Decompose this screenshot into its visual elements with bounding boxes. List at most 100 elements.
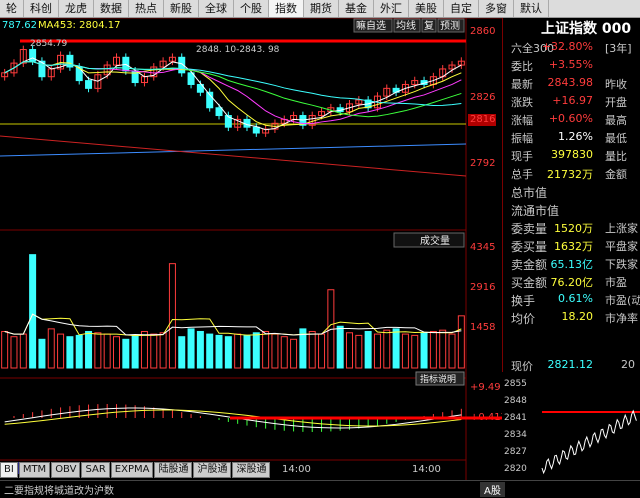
indicator-tab-3[interactable]: SAR — [81, 462, 110, 478]
mini-axis-label: 2834 — [504, 430, 527, 440]
volume-bar — [196, 330, 204, 369]
volume-bar — [187, 328, 195, 369]
long-ma-blue — [0, 143, 467, 157]
nav-tab-0[interactable]: 轮 — [0, 0, 24, 17]
volume-bar — [457, 315, 465, 369]
indicator-tab-4[interactable]: EXPMA — [110, 462, 154, 478]
indicator-tab-1[interactable]: MTM — [18, 462, 51, 478]
quote-value: 397830 — [551, 148, 593, 161]
quote-value: 1632万 — [554, 240, 593, 253]
volume-axis-label: 4345 — [470, 242, 495, 253]
quote-extra-label: 市盈(动 — [605, 294, 640, 307]
status-marquee: 二要指规将城道改为沪数 — [4, 486, 114, 497]
chart-tab-0[interactable]: 嘛自选 — [356, 19, 386, 32]
mini-axis-label: 2841 — [504, 413, 527, 423]
quote-row: 换手 0.61% 市盈(动 — [511, 292, 640, 310]
ma-label-1: 787.62 — [2, 20, 37, 31]
chart-tab-1[interactable]: 均线 — [396, 19, 416, 32]
nav-tab-1[interactable]: 科创 — [24, 0, 59, 17]
indicator-tab-5[interactable]: 陆股通 — [154, 462, 193, 478]
quote-row: 最新 2843.98 昨收 — [511, 76, 640, 94]
indicator-tab-7[interactable]: 深股通 — [232, 462, 271, 478]
candle-body — [215, 107, 223, 117]
nav-tab-11[interactable]: 外汇 — [374, 0, 409, 17]
nav-tab-7[interactable]: 个股 — [234, 0, 269, 17]
quote-extra-label: 上涨家 — [605, 222, 638, 235]
quote-value: 76.20亿 — [550, 276, 594, 289]
quote-extra-label: 下跌家 — [605, 258, 638, 271]
volume-bar — [1, 330, 9, 369]
price-axis-label: 2860 — [470, 26, 495, 37]
quote-row: 委卖量 1520万 上涨家 — [511, 220, 640, 238]
quote-extra-label: 平盘家 — [605, 240, 638, 253]
quote-value: 21732万 — [547, 168, 593, 181]
volume-bar — [178, 336, 186, 369]
index-title: 上证指数 000 — [541, 21, 632, 37]
nav-tab-5[interactable]: 新股 — [164, 0, 199, 17]
quote-extra-value: 20 — [621, 358, 635, 371]
nav-tab-14[interactable]: 多窗 — [479, 0, 514, 17]
volume-bar — [131, 334, 139, 369]
volume-bar — [318, 333, 326, 369]
quote-extra-label: 昨收 — [605, 78, 627, 91]
volume-bar — [411, 334, 419, 369]
indicator-tab-2[interactable]: OBV — [51, 462, 81, 478]
nav-tab-15[interactable]: 默认 — [514, 0, 549, 17]
indicator-tab-6[interactable]: 沪股通 — [193, 462, 232, 478]
quote-row: 流通市值 — [511, 202, 640, 220]
volume-bar — [224, 336, 232, 369]
nav-tab-9[interactable]: 期货 — [304, 0, 339, 17]
quote-value: 0.61% — [558, 292, 593, 305]
volume-bar — [252, 332, 260, 369]
long-ma-red — [0, 135, 467, 177]
quote-label: 买金额 — [511, 276, 548, 290]
quote-label: 委买量 — [511, 240, 548, 254]
status-bar: 二要指规将城道改为沪数 A股 — [0, 480, 640, 498]
top-navigation: 轮科创 龙虎 数据 热点 新股 全球 个股 指数 期货 基金 外汇 美股 自定 多窗 默认 — [0, 0, 640, 18]
quote-value: 2821.12 — [547, 358, 594, 371]
quote-extra-label: [3年] — [605, 42, 632, 55]
chart-tab-3[interactable]: 预测 — [440, 19, 460, 32]
peak-label: 2854.79 — [30, 39, 67, 49]
quote-row: 均价 18.20 市净率 — [511, 310, 640, 328]
nav-tab-12[interactable]: 美股 — [409, 0, 444, 17]
nav-tab-10[interactable]: 基金 — [339, 0, 374, 17]
volume-bar — [243, 334, 251, 369]
quote-row: 涨跌 +16.97 开盘 — [511, 94, 640, 112]
quote-extra-label: 市盈 — [605, 276, 627, 289]
volume-bar — [29, 254, 37, 369]
quote-row: 总市值 — [511, 184, 640, 202]
chart-tab-2[interactable]: 复 — [424, 19, 434, 32]
volume-bar — [103, 333, 111, 369]
quote-extra-label: 市净率 — [605, 312, 638, 325]
volume-dropdown[interactable]: 成交量 — [420, 234, 450, 247]
mini-axis-label: 2848 — [504, 396, 527, 406]
quote-label: 振幅 — [511, 132, 533, 145]
quote-value: 1520万 — [554, 222, 593, 235]
ma-line-3 — [4, 57, 462, 131]
indicator-explain-button[interactable]: 指标说明 — [420, 373, 456, 385]
nav-tab-2[interactable]: 龙虎 — [59, 0, 94, 17]
nav-tab-3[interactable]: 数据 — [94, 0, 129, 17]
candle-body — [252, 126, 260, 134]
market-badge[interactable]: A股 — [480, 482, 505, 497]
quote-row: 总手 21732万 金额 — [511, 166, 640, 184]
volume-axis-label: 2916 — [470, 282, 495, 293]
kline-chart-area[interactable]: 2860 2826 2816 2792 787.62 MA453: 2804.17 2854… — [0, 18, 502, 480]
volume-bar — [150, 333, 158, 369]
nav-tab-8[interactable]: 指数 — [269, 0, 304, 17]
price-axis-label: 2816 — [470, 114, 495, 125]
volume-bar — [122, 338, 130, 369]
nav-tab-13[interactable]: 自定 — [444, 0, 479, 17]
nav-tab-4[interactable]: 热点 — [129, 0, 164, 17]
volume-bar — [392, 328, 400, 369]
kline-chart-svg[interactable]: 2860 2826 2816 2792 787.62 MA453: 2804.17 2854… — [0, 18, 502, 480]
price-axis-label: 2792 — [470, 158, 495, 169]
indicator-tab-0[interactable]: BI — [0, 462, 18, 478]
quote-row: 六全300 +32.80% [3年] — [511, 40, 640, 58]
volume-bar — [383, 329, 391, 369]
quote-label: 总市值 — [511, 186, 548, 200]
volume-bar — [401, 333, 409, 369]
nav-tab-6[interactable]: 全球 — [199, 0, 234, 17]
quote-label: 流通市值 — [511, 204, 560, 218]
